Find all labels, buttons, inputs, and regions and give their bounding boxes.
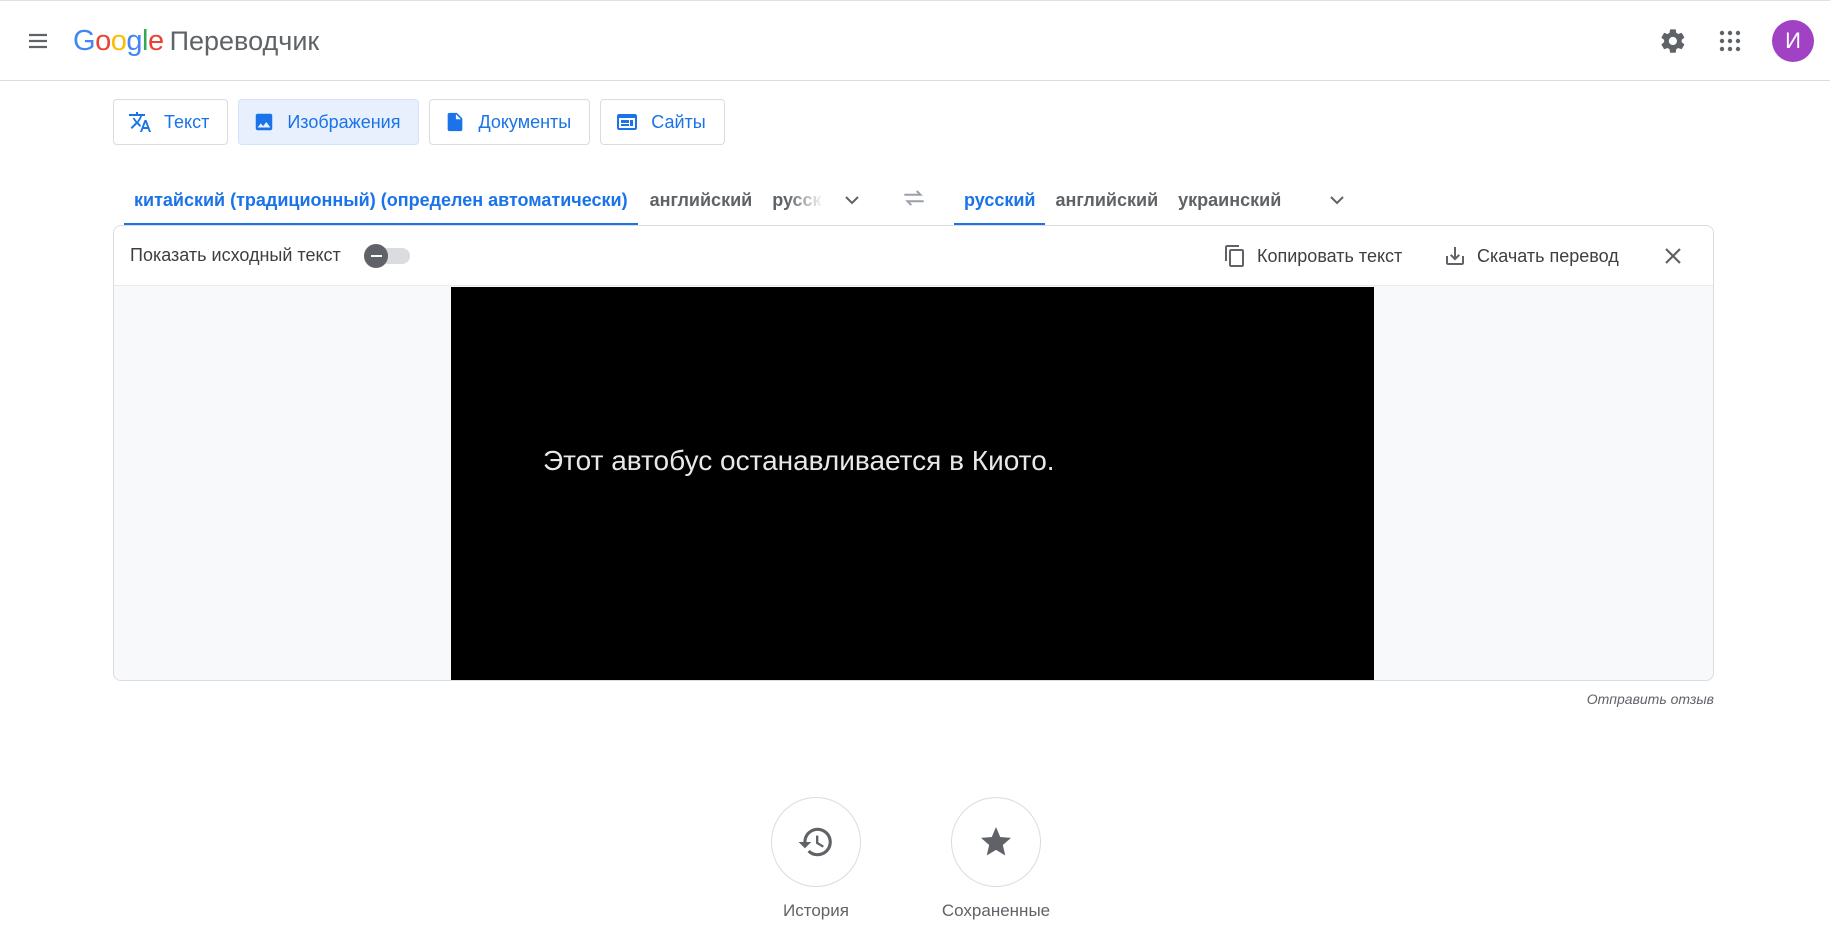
show-source-label: Показать исходный текст <box>130 245 341 265</box>
tab-images[interactable]: Изображения <box>238 99 420 145</box>
chevron-down-icon <box>845 196 859 205</box>
source-lang-russian[interactable]: русский <box>762 175 824 225</box>
tab-websites[interactable]: Сайты <box>600 99 725 145</box>
history-button[interactable] <box>771 797 861 887</box>
settings-button[interactable] <box>1653 21 1693 61</box>
panel-toolbar: Показать исходный текст Копировать текст… <box>114 226 1713 286</box>
close-image-button[interactable] <box>1653 236 1693 276</box>
target-lang-english[interactable]: английский <box>1045 175 1168 225</box>
source-lang-english[interactable]: английский <box>640 175 763 225</box>
chevron-down-icon <box>1330 196 1344 205</box>
main-menu-button[interactable] <box>18 21 58 61</box>
google-translate-logo[interactable]: Google Переводчик <box>73 23 319 59</box>
copy-icon <box>1225 245 1244 267</box>
mode-tabs: Текст Изображения Документы Сайты <box>113 99 725 145</box>
translated-image: Этот автобус останавливается в Киото. <box>451 287 1374 680</box>
tab-text[interactable]: Текст <box>113 99 229 145</box>
image-translation-panel: Показать исходный текст Копировать текст… <box>113 225 1714 681</box>
image-icon <box>256 113 273 131</box>
target-lang-russian[interactable]: русский <box>954 175 1046 225</box>
download-translation-button[interactable]: Скачать перевод <box>1443 239 1619 273</box>
top-bar: Google Переводчик И <box>0 0 1830 81</box>
account-avatar[interactable]: И <box>1772 20 1814 62</box>
apps-grid-icon <box>1719 30 1741 52</box>
target-lang-ukrainian[interactable]: украинский <box>1168 175 1291 225</box>
website-icon <box>617 114 638 130</box>
tab-documents[interactable]: Документы <box>429 99 591 145</box>
gear-icon <box>1661 29 1685 53</box>
show-source-toggle[interactable] <box>364 244 410 268</box>
send-feedback-link[interactable]: Отправить отзыв <box>1587 691 1714 707</box>
document-icon <box>448 112 463 132</box>
copy-text-button[interactable]: Копировать текст <box>1223 239 1402 273</box>
history-icon <box>798 827 832 857</box>
close-icon <box>1665 248 1681 264</box>
target-lang-more-button[interactable] <box>1317 175 1357 225</box>
swap-arrows-icon <box>904 190 924 206</box>
download-icon <box>1446 247 1464 265</box>
source-language-bar: китайский (традиционный) (определен авто… <box>124 175 872 225</box>
saved-label: Сохраненные <box>941 901 1051 920</box>
target-language-bar: русский английский украинский <box>954 175 1357 225</box>
product-name: Переводчик <box>169 25 320 56</box>
source-lang-more-button[interactable] <box>832 175 872 225</box>
history-label: История <box>783 901 849 920</box>
saved-button[interactable] <box>951 797 1041 887</box>
swap-languages-button[interactable] <box>894 178 934 218</box>
source-lang-detected[interactable]: китайский (традиционный) (определен авто… <box>124 175 638 225</box>
google-apps-button[interactable] <box>1710 21 1750 61</box>
history-action: История <box>741 797 891 921</box>
menu-icon <box>29 33 47 49</box>
saved-action: Сохраненные <box>921 797 1071 921</box>
translated-image-text: Этот автобус останавливается в Киото. <box>543 445 1055 476</box>
translate-icon <box>129 112 151 132</box>
star-icon <box>981 827 1011 856</box>
toggle-knob <box>364 244 388 268</box>
